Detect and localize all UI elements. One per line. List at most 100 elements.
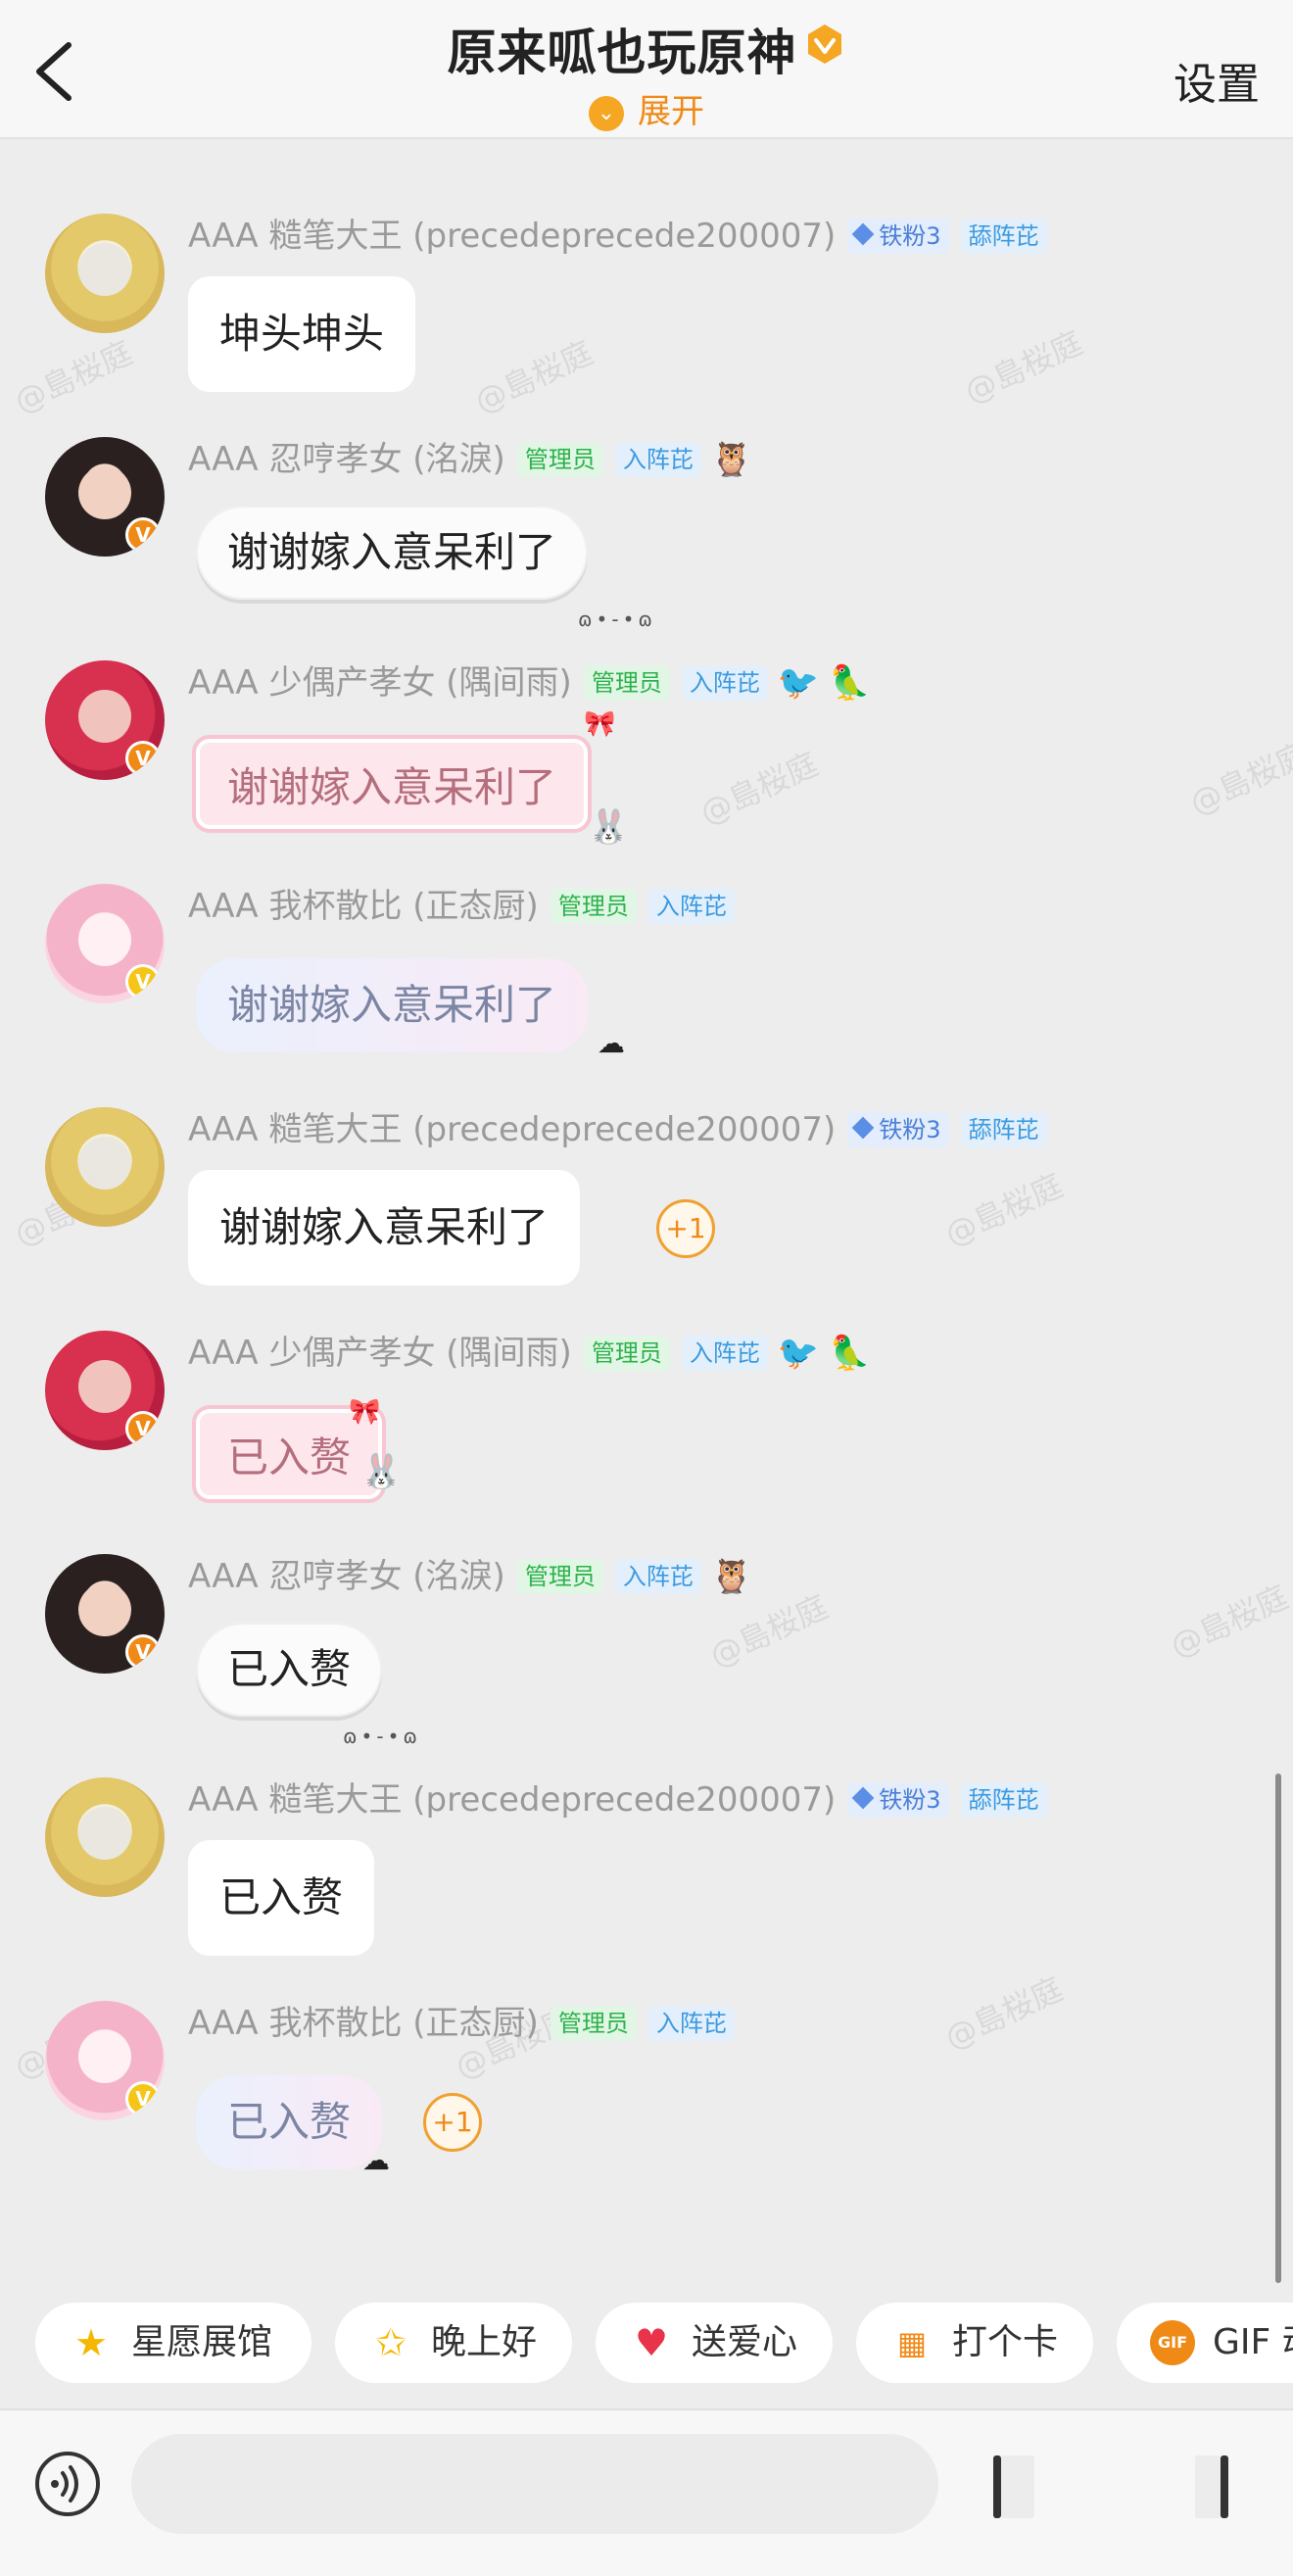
- fan-level-label: 铁粉3: [879, 222, 941, 250]
- avatar[interactable]: [45, 1107, 165, 1227]
- title-badge: 入阵芘: [614, 442, 701, 477]
- avatar[interactable]: V: [45, 660, 165, 780]
- message-bubble[interactable]: 已入赘: [188, 1840, 375, 1956]
- avatar[interactable]: V: [45, 437, 165, 557]
- message-bubble[interactable]: 谢谢嫁入意呆利了: [196, 958, 589, 1052]
- bubble-decoration-icon: ɷ•-•ɷ: [343, 1725, 421, 1748]
- bird-icon: 🐦: [777, 1334, 820, 1373]
- message-bubble[interactable]: 谢谢嫁入意呆利了: [192, 735, 593, 833]
- watermark: @島桜庭: [1183, 735, 1293, 823]
- quick-action-send-heart[interactable]: ♥ 送爱心: [596, 2303, 833, 2383]
- sender-line: AAA 忍哼孝女 (洺淚) 管理员 入阵芘 🦉: [188, 1554, 752, 1599]
- quick-action-star-gallery[interactable]: ★ 星愿展馆: [35, 2303, 311, 2383]
- gif-icon: GIF: [1150, 2320, 1195, 2365]
- admin-badge: 管理员: [583, 1336, 670, 1371]
- admin-badge: 管理员: [583, 665, 670, 701]
- verified-v-icon: V: [125, 1634, 161, 1670]
- title-badge: 入阵芘: [647, 2006, 735, 2041]
- verified-v-icon: V: [125, 2081, 161, 2116]
- avatar[interactable]: [45, 1777, 165, 1897]
- avatar[interactable]: V: [45, 1331, 165, 1450]
- message-input[interactable]: [131, 2434, 938, 2534]
- sender-line: AAA 我杯散比 (正态厨) 管理员 入阵芘: [188, 2001, 735, 2046]
- calendar-icon: ▦: [896, 2324, 928, 2361]
- watermark: @島桜庭: [468, 333, 599, 421]
- message-bubble[interactable]: 谢谢嫁入意呆利了: [188, 1170, 581, 1286]
- avatar[interactable]: [45, 214, 165, 333]
- settings-button[interactable]: 设置: [1173, 49, 1260, 112]
- fan-level-badge: 铁粉3: [847, 1782, 949, 1818]
- input-bar: [0, 2408, 1293, 2576]
- title-badge: 舔阵芘: [960, 219, 1047, 254]
- message-bubble[interactable]: 坤头坤头: [188, 276, 416, 392]
- cloud-decoration-icon: ☁: [598, 1027, 625, 1059]
- bird-icon: 🐦: [777, 663, 820, 703]
- chevron-down-icon: ⌄: [589, 96, 624, 131]
- expand-toggle[interactable]: ⌄ 展开: [0, 84, 1293, 132]
- watermark: @島桜庭: [8, 333, 138, 421]
- bow-decoration-icon: 🎀: [349, 1397, 381, 1427]
- sender-name: AAA 忍哼孝女 (洺淚): [188, 440, 505, 479]
- voice-input-icon[interactable]: [33, 2450, 102, 2518]
- message-bubble[interactable]: 谢谢嫁入意呆利了: [196, 506, 589, 600]
- sender-line: AAA 糙笔大王 (precedeprecede200007) 铁粉3 舔阵芘: [188, 1107, 1047, 1152]
- diamond-icon: [851, 222, 875, 246]
- quick-action-check-in[interactable]: ▦ 打个卡: [856, 2303, 1093, 2383]
- parrot-icon: 🦜: [829, 1334, 871, 1373]
- avatar[interactable]: V: [45, 884, 165, 1003]
- watermark: @島桜庭: [694, 745, 824, 833]
- title-badge: 舔阵芘: [960, 1112, 1047, 1147]
- title-wrap: 原来呱也玩原神: [0, 14, 1293, 84]
- moon-star-icon: ✩: [375, 2321, 407, 2364]
- title-badge: 入阵芘: [647, 889, 735, 924]
- scrollbar[interactable]: [1275, 1774, 1281, 2283]
- plus-one-button[interactable]: +1: [423, 2093, 482, 2152]
- heart-icon: ♥: [634, 2321, 669, 2364]
- diamond-icon: [851, 1116, 875, 1140]
- verified-v-icon: V: [125, 741, 161, 776]
- message-bubble[interactable]: 已入赘: [196, 2075, 383, 2169]
- verified-v-icon: V: [125, 1411, 161, 1446]
- owl-icon: 🦉: [710, 440, 753, 479]
- bubble-decoration-icon: ɷ•-•ɷ: [578, 608, 656, 631]
- plus-one-button[interactable]: +1: [656, 1199, 715, 1258]
- title-badge: 入阵芘: [614, 1559, 701, 1594]
- avatar[interactable]: V: [45, 2001, 165, 2120]
- diamond-icon: [851, 1786, 875, 1810]
- title-badge: 入阵芘: [681, 1336, 768, 1371]
- bunny-decoration-icon: 🐰: [360, 1452, 403, 1491]
- verified-v-icon: V: [125, 964, 161, 999]
- quick-action-gif[interactable]: GIF GIF 动: [1117, 2303, 1293, 2383]
- quick-action-label: 星愿展馆: [131, 2322, 273, 2362]
- sender-name: AAA 少偶产孝女 (隅间雨): [188, 663, 572, 703]
- sender-name: AAA 忍哼孝女 (洺淚): [188, 1557, 505, 1596]
- message-bubble[interactable]: 已入赘: [196, 1623, 383, 1717]
- bow-decoration-icon: 🎀: [584, 709, 616, 739]
- quick-actions-bar: ★ 星愿展馆 ✩ 晚上好 ♥ 送爱心 ▦ 打个卡 GIF GIF 动: [0, 2293, 1293, 2391]
- owl-icon: 🦉: [710, 1557, 753, 1596]
- more-plus-icon[interactable]: [1185, 2450, 1254, 2524]
- emoji-icon[interactable]: [980, 2450, 1048, 2524]
- verified-badge-icon: [807, 24, 841, 64]
- quick-action-good-evening[interactable]: ✩ 晚上好: [335, 2303, 572, 2383]
- fan-level-label: 铁粉3: [879, 1116, 941, 1143]
- sender-line: AAA 少偶产孝女 (隅间雨) 管理员 入阵芘 🐦 🦜: [188, 660, 871, 705]
- sender-line: AAA 少偶产孝女 (隅间雨) 管理员 入阵芘 🐦 🦜: [188, 1331, 871, 1376]
- fan-level-badge: 铁粉3: [847, 1112, 949, 1147]
- quick-action-label: 送爱心: [692, 2322, 798, 2362]
- admin-badge: 管理员: [550, 2006, 637, 2041]
- star-icon: ★: [73, 2321, 109, 2364]
- sender-line: AAA 糙笔大王 (precedeprecede200007) 铁粉3 舔阵芘: [188, 1777, 1047, 1823]
- admin-badge: 管理员: [516, 1559, 603, 1594]
- admin-badge: 管理员: [516, 442, 603, 477]
- expand-label: 展开: [638, 92, 704, 131]
- title-badge: 舔阵芘: [960, 1782, 1047, 1818]
- sender-name: AAA 少偶产孝女 (隅间雨): [188, 1334, 572, 1373]
- sender-line: AAA 我杯散比 (正态厨) 管理员 入阵芘: [188, 884, 735, 929]
- avatar[interactable]: V: [45, 1554, 165, 1674]
- sender-name: AAA 我杯散比 (正态厨): [188, 2004, 539, 2043]
- watermark: @島桜庭: [938, 1969, 1069, 2058]
- title-badge: 入阵芘: [681, 665, 768, 701]
- fan-level-label: 铁粉3: [879, 1786, 941, 1814]
- sender-line: AAA 糙笔大王 (precedeprecede200007) 铁粉3 舔阵芘: [188, 214, 1047, 259]
